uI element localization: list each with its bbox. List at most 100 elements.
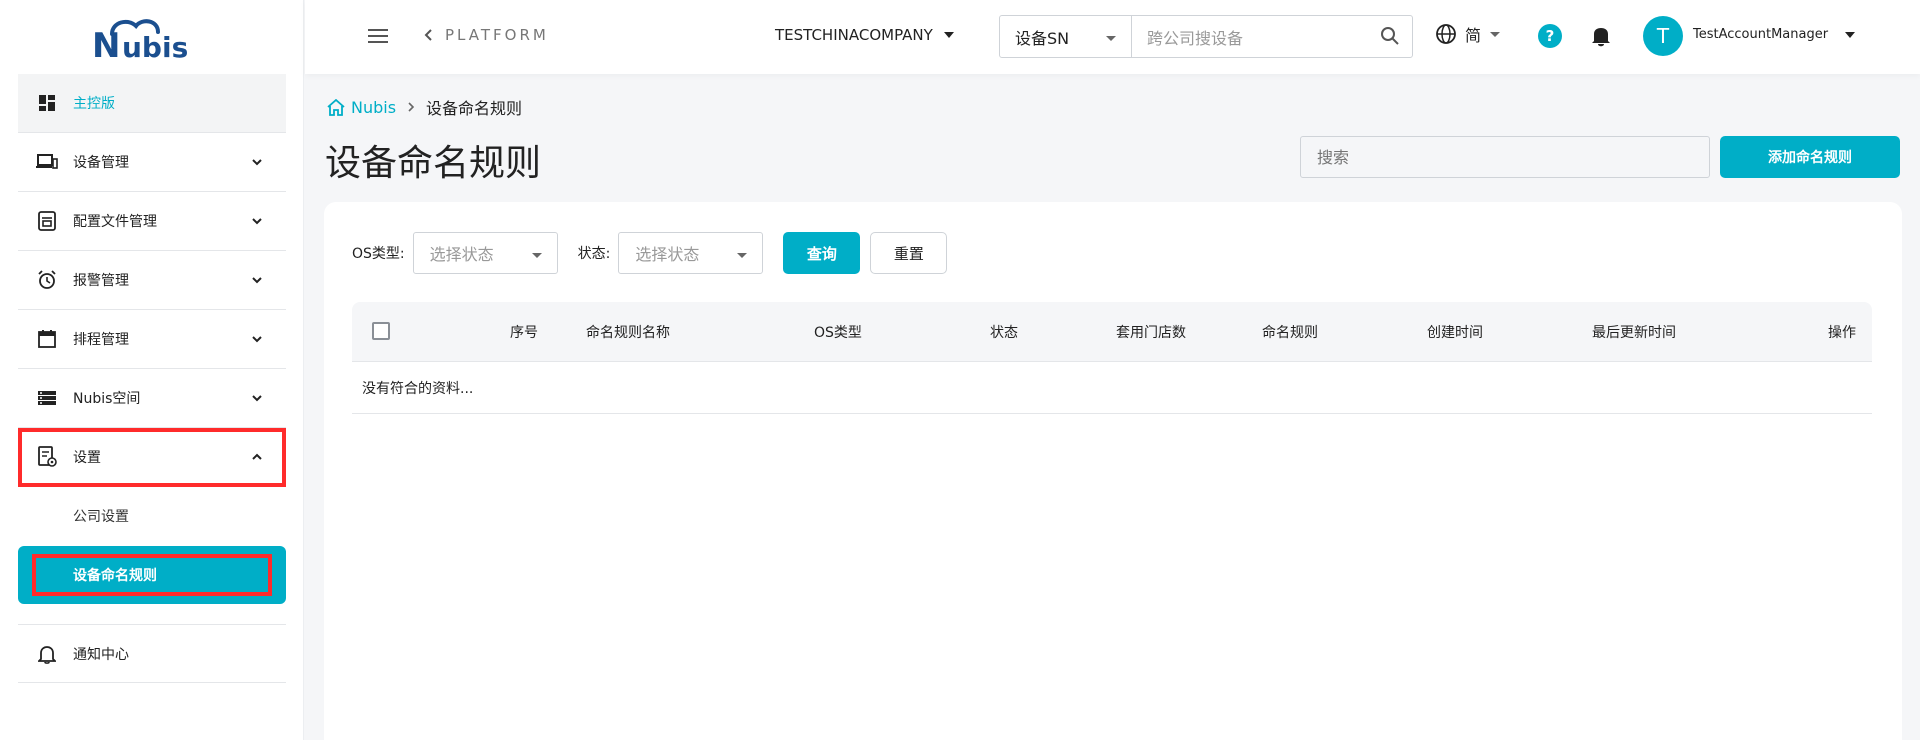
column-header-updated-time[interactable]: 最后更新时间 <box>1592 322 1676 342</box>
platform-back-link[interactable]: PLATFORM <box>423 26 549 44</box>
topbar: PLATFORM TESTCHINACOMPANY 设备SN 跨公司搜设备 简 … <box>305 0 1920 74</box>
caret-down-icon <box>737 253 748 258</box>
alarm-icon <box>36 269 58 291</box>
status-placeholder: 选择状态 <box>635 245 700 264</box>
calendar-icon <box>36 328 58 350</box>
sidebar-nav: 主控版 设备管理 配置文件管理 报警管理 排程管理 Nubis空间 设置 公司设… <box>18 74 286 683</box>
device-search-placeholder: 跨公司搜设备 <box>1147 28 1244 48</box>
sidebar-item-label: 设置 <box>73 450 101 466</box>
sidebar-subitem-label: 公司设置 <box>73 508 129 525</box>
column-header-status[interactable]: 状态 <box>990 322 1018 342</box>
column-header-rule-name[interactable]: 命名规则名称 <box>586 322 670 342</box>
sidebar-subitem-device-naming-rules[interactable]: 设备命名规则 <box>18 546 286 604</box>
caret-down-icon <box>531 253 542 258</box>
os-type-select[interactable]: 选择状态 <box>412 232 558 274</box>
query-button[interactable]: 查询 <box>783 232 861 274</box>
sidebar-subitem-company-settings[interactable]: 公司设置 <box>18 487 286 544</box>
sidebar-item-schedule[interactable]: 排程管理 <box>18 310 286 369</box>
page-title: 设备命名规则 <box>325 143 542 184</box>
chevron-down-icon <box>252 395 262 402</box>
sidebar-item-label: 设备管理 <box>73 155 129 171</box>
devices-icon <box>36 151 58 173</box>
sidebar-item-label: 主控版 <box>73 96 115 112</box>
company-selector[interactable]: TESTCHINACOMPANY <box>775 26 955 44</box>
sidebar-item-label: 排程管理 <box>73 332 129 348</box>
bell-icon <box>36 643 58 665</box>
sidebar-item-alarms[interactable]: 报警管理 <box>18 251 286 310</box>
chevron-down-icon <box>252 336 262 343</box>
caret-down-icon <box>1106 36 1116 41</box>
device-search-input[interactable]: 跨公司搜设备 <box>1132 16 1412 57</box>
dashboard-icon <box>36 92 58 114</box>
select-all-checkbox[interactable] <box>372 322 390 340</box>
sidebar-item-devices[interactable]: 设备管理 <box>18 133 286 192</box>
company-name: TESTCHINACOMPANY <box>775 26 933 44</box>
account-name: TestAccountManager <box>1693 27 1829 42</box>
avatar[interactable]: T <box>1643 16 1683 56</box>
breadcrumb: Nubis 设备命名规则 <box>327 95 522 119</box>
add-naming-rule-button[interactable]: 添加命名规则 <box>1720 136 1900 178</box>
caret-down-icon <box>1490 31 1501 37</box>
chevron-down-icon <box>252 218 262 225</box>
chevron-down-icon <box>252 159 262 166</box>
storage-icon <box>36 387 58 409</box>
chevron-up-icon <box>252 453 262 460</box>
chevron-right-icon <box>408 101 415 112</box>
help-icon[interactable]: ? <box>1538 24 1562 48</box>
sidebar-subitem-label: 设备命名规则 <box>73 568 157 584</box>
search-type-value: 设备SN <box>1015 28 1070 48</box>
chevron-left-icon <box>424 29 432 41</box>
language-selector[interactable]: 简 <box>1435 22 1501 46</box>
caret-down-icon <box>1845 31 1856 38</box>
column-header-index[interactable]: 序号 <box>510 322 538 342</box>
hamburger-menu-icon[interactable] <box>367 26 389 46</box>
config-file-icon <box>36 210 58 232</box>
breadcrumb-home[interactable]: Nubis <box>327 98 396 117</box>
column-header-created-time[interactable]: 创建时间 <box>1427 322 1483 342</box>
search-icon[interactable] <box>1380 26 1400 46</box>
notification-bell-icon[interactable] <box>1591 24 1611 48</box>
account-menu[interactable]: TestAccountManager <box>1693 27 1856 42</box>
table-empty-row: 没有符合的资料... <box>352 362 1872 414</box>
rules-card: OS类型: 选择状态 状态: 选择状态 查询 重置 序号 命名规则名称 OS类型… <box>324 202 1902 740</box>
sidebar-item-label: 报警管理 <box>73 273 129 289</box>
naming-rules-table: 序号 命名规则名称 OS类型 状态 套用门店数 命名规则 创建时间 最后更新时间… <box>352 302 1872 414</box>
platform-label: PLATFORM <box>445 26 549 44</box>
home-icon <box>327 98 345 116</box>
caret-down-icon <box>943 32 954 38</box>
sidebar-item-settings[interactable]: 设置 <box>18 428 286 487</box>
sidebar-item-notifications[interactable]: 通知中心 <box>18 624 286 683</box>
os-type-placeholder: 选择状态 <box>429 245 494 264</box>
sidebar: N ubis 主控版 设备管理 配置文件管理 报警管理 排程管理 Nubis空间… <box>0 0 304 740</box>
table-header: 序号 命名规则名称 OS类型 状态 套用门店数 命名规则 创建时间 最后更新时间… <box>352 302 1872 362</box>
status-select[interactable]: 选择状态 <box>618 232 764 274</box>
column-header-os-type[interactable]: OS类型 <box>814 322 862 342</box>
reset-button[interactable]: 重置 <box>870 232 948 274</box>
sidebar-item-dashboard[interactable]: 主控版 <box>18 74 286 133</box>
os-type-label: OS类型: <box>352 246 405 262</box>
breadcrumb-separator <box>406 98 416 117</box>
sidebar-item-nubis-space[interactable]: Nubis空间 <box>18 369 286 428</box>
sidebar-item-label: 通知中心 <box>73 646 129 663</box>
breadcrumb-current: 设备命名规则 <box>426 99 523 118</box>
filter-bar: OS类型: 选择状态 状态: 选择状态 查询 重置 <box>352 232 948 274</box>
sidebar-item-label: 配置文件管理 <box>73 214 157 230</box>
empty-message: 没有符合的资料... <box>362 381 474 397</box>
svg-text:N: N <box>92 26 120 62</box>
search-type-select[interactable]: 设备SN <box>1000 16 1132 57</box>
nubis-logo[interactable]: N ubis <box>90 12 202 66</box>
column-header-store-count[interactable]: 套用门店数 <box>1116 322 1186 342</box>
chevron-down-icon <box>252 277 262 284</box>
column-header-actions: 操作 <box>1828 325 1856 341</box>
language-value: 简 <box>1465 26 1482 45</box>
sidebar-item-config-files[interactable]: 配置文件管理 <box>18 192 286 251</box>
rule-search-input[interactable] <box>1300 136 1710 178</box>
globe-icon <box>1436 24 1456 44</box>
status-label: 状态: <box>577 246 611 262</box>
settings-doc-icon <box>36 446 58 468</box>
device-search-group: 设备SN 跨公司搜设备 <box>999 15 1413 58</box>
sidebar-item-label: Nubis空间 <box>73 391 141 407</box>
breadcrumb-home-label: Nubis <box>351 97 397 117</box>
column-header-naming-rule[interactable]: 命名规则 <box>1262 322 1318 342</box>
svg-text:ubis: ubis <box>122 31 188 62</box>
